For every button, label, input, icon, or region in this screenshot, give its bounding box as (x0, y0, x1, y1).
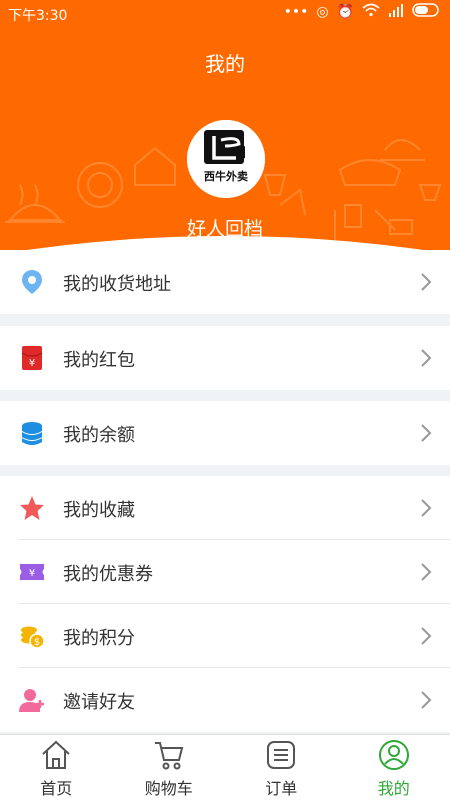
menu-label-coupons: 我的优惠券 (63, 564, 153, 585)
user-icon (378, 740, 409, 770)
cart-icon (154, 742, 184, 770)
coin-stack-icon (22, 422, 42, 445)
tab-label-home: 首页 (40, 779, 73, 798)
menu-label-favorites: 我的收藏 (63, 500, 135, 521)
status-time: 下午3:30 (8, 8, 68, 24)
menu-label-red-packet: 我的红包 (63, 350, 135, 371)
status-bar: 下午3:30 ••• ◎ ⏰ (0, 0, 450, 26)
chevron-right-icon (421, 273, 432, 291)
chevron-right-icon (421, 691, 432, 709)
menu-item-balance[interactable]: 我的余额 (0, 401, 450, 465)
tab-label-mine: 我的 (377, 779, 410, 798)
menu-item-favorites[interactable]: 我的收藏 (0, 476, 450, 540)
menu-item-points[interactable]: $ 我的积分 (0, 604, 450, 668)
coins-icon: $ (21, 626, 45, 649)
svg-text:¥: ¥ (29, 568, 35, 579)
chevron-right-icon (421, 627, 432, 645)
menu-label-invite: 邀请好友 (63, 692, 135, 713)
menu-item-address[interactable]: 我的收货地址 (0, 250, 450, 314)
wifi-icon (362, 3, 380, 21)
coupon-icon: ¥ (20, 564, 44, 580)
menu-label-points: 我的积分 (63, 628, 135, 649)
menu-group-more: 我的收藏 ¥ 我的优惠券 $ 我的积分 邀请好友 (0, 476, 450, 732)
more-dots-icon: ••• (283, 4, 309, 20)
location-icon: ◎ (316, 4, 329, 20)
add-user-icon (19, 689, 44, 712)
location-pin-icon (22, 270, 42, 294)
tab-home[interactable]: 首页 (0, 735, 113, 800)
battery-icon (412, 3, 442, 21)
menu-group-red-packet: ¥ 我的红包 (0, 326, 450, 390)
page-title: 我的 (205, 52, 245, 76)
menu-group-address: 我的收货地址 (0, 250, 450, 314)
menu-item-coupons[interactable]: ¥ 我的优惠券 (0, 540, 450, 604)
chevron-right-icon (421, 499, 432, 517)
chevron-right-icon (421, 349, 432, 367)
xiniu-logo-icon: 西牛外卖 (187, 120, 265, 198)
tab-label-cart: 购物车 (144, 779, 193, 798)
menu-group-balance: 我的余额 (0, 401, 450, 465)
logo-text: 西牛外卖 (204, 169, 248, 183)
chevron-right-icon (421, 563, 432, 581)
tab-orders[interactable]: 订单 (225, 735, 338, 800)
menu-label-balance: 我的余额 (63, 425, 135, 446)
avatar[interactable]: 西牛外卖 (187, 120, 265, 198)
profile-header: 下午3:30 ••• ◎ ⏰ 我的 西牛外卖 好人回档 (0, 0, 450, 250)
red-packet-icon: ¥ (21, 346, 43, 370)
tab-mine[interactable]: 我的 (338, 735, 450, 800)
tab-cart[interactable]: 购物车 (113, 735, 226, 800)
menu-label-address: 我的收货地址 (63, 274, 171, 295)
alarm-icon: ⏰ (336, 4, 354, 20)
signal-icon (388, 3, 404, 21)
svg-text:¥: ¥ (29, 358, 35, 369)
bottom-tab-bar: 首页 购物车 订单 我的 (0, 734, 450, 800)
home-icon (42, 740, 70, 769)
svg-text:$: $ (34, 637, 40, 648)
menu-item-red-packet[interactable]: ¥ 我的红包 (0, 326, 450, 390)
chevron-right-icon (421, 424, 432, 442)
menu-item-invite[interactable]: 邀请好友 (0, 668, 450, 732)
tab-label-orders: 订单 (265, 779, 298, 798)
star-icon (20, 496, 44, 520)
order-list-icon (267, 741, 296, 769)
